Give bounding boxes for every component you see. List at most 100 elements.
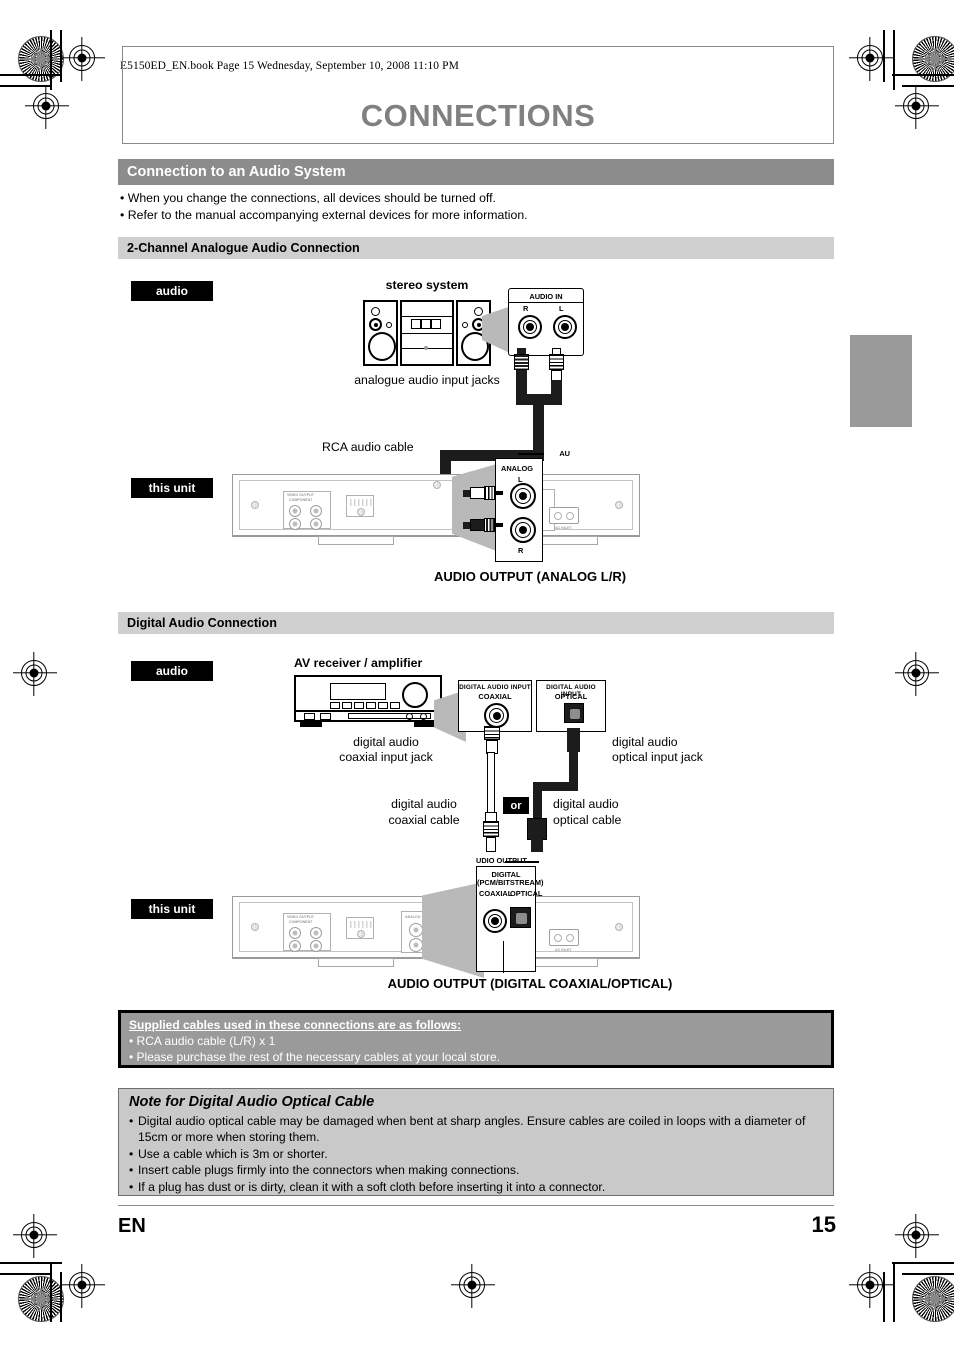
digital-coaxial-cable-label-2: coaxial cable (388, 813, 460, 827)
intro-bullet-1: • When you change the connections, all d… (120, 191, 496, 205)
optical-note-item: • If a plug has dust or is dirty, clean … (129, 1179, 823, 1196)
digital-optical-input-port (564, 703, 584, 723)
subsection-header-digital: Digital Audio Connection (118, 612, 834, 634)
screw-icon (357, 508, 365, 516)
registration-mark-ml (21, 660, 47, 686)
panel-jack (310, 927, 322, 939)
callout-digital-sub2: (PCM/BITSTREAM) (477, 878, 544, 887)
av-receiver-small-knob (420, 713, 427, 720)
bullet-glyph: • (129, 1179, 134, 1194)
component-label: COMPONENT (289, 498, 313, 502)
panel-jack-analog-l (409, 923, 423, 937)
analog-output-jack-l (510, 483, 536, 509)
digital-optical-jack-label-2: optical input jack (612, 750, 703, 764)
page-title: CONNECTIONS (360, 98, 596, 133)
callout-analog-output-title: AU (559, 449, 570, 458)
registration-mark-mr (903, 660, 929, 686)
audio-in-jack-r (518, 315, 542, 339)
component-label: COMPONENT (289, 920, 313, 924)
crop-mark (893, 1262, 895, 1322)
supplied-cables-heading: Supplied cables used in these connection… (129, 1018, 462, 1032)
rear-panel-foot (318, 536, 394, 545)
registration-mark-tl2 (33, 93, 59, 119)
bullet-glyph: • (129, 1163, 134, 1177)
badge-this-unit-analogue-label: this unit (148, 481, 196, 495)
optical-note-item-text: Insert cable plugs firmly into the conne… (138, 1163, 520, 1177)
panel-jack (310, 505, 322, 517)
optical-note-item: • Use a cable which is 3m or shorter. (129, 1146, 823, 1163)
rca-plug-unit-l-white (463, 486, 503, 500)
badge-this-unit-analogue: this unit (131, 478, 213, 498)
av-receiver-slot (348, 713, 431, 719)
av-receiver-button-row (330, 702, 404, 709)
crop-mark (50, 1262, 52, 1322)
optical-plug-bottom (527, 818, 547, 852)
intro-bullet-2: • Refer to the manual accompanying exter… (120, 208, 528, 222)
optical-cable-note: Note for Digital Audio Optical Cable • D… (118, 1088, 834, 1196)
subsection-header-analogue: 2-Channel Analogue Audio Connection (118, 237, 834, 259)
crop-mark (0, 1262, 62, 1264)
digital-optical-jack-label-1: digital audio (612, 735, 678, 749)
callout-analog-sub-label: ANALOG (501, 464, 534, 473)
video-output-label: VIDEO OUTPUT (287, 493, 314, 497)
optical-cable-note-heading: Note for Digital Audio Optical Cable (129, 1094, 375, 1110)
vent-icon (350, 921, 372, 928)
screw-icon (251, 923, 259, 931)
screw-icon (433, 481, 441, 489)
badge-audio-analogue: audio (131, 281, 213, 301)
callout-optical-line2: OPTICAL (554, 692, 588, 701)
registration-mark-tr2 (903, 93, 929, 119)
panel-jack (289, 505, 301, 517)
crop-mark (902, 1273, 954, 1275)
coaxial-plug-top (484, 726, 500, 754)
av-receiver-foot (300, 722, 322, 727)
video-output-label: VIDEO OUTPUT (287, 915, 314, 919)
av-receiver-key (304, 713, 315, 720)
rear-panel-body: VIDEO OUTPUT COMPONENT ANALOG DIGITAL OU… (232, 474, 640, 536)
subsection-header-digital-label: Digital Audio Connection (127, 616, 277, 630)
section-header-label: Connection to an Audio System (127, 164, 346, 180)
ac-inlet (549, 929, 579, 946)
callout-analog-leader (518, 453, 544, 455)
antenna-block (346, 495, 374, 517)
or-badge-label: or (510, 799, 522, 812)
crop-mark (50, 30, 52, 90)
screw-icon (251, 501, 259, 509)
digital-coaxial-jack-label-2: coaxial input jack (339, 750, 433, 764)
analogue-input-jacks-label: analogue audio input jacks (354, 373, 500, 387)
rear-panel-analogue: VIDEO OUTPUT COMPONENT ANALOG DIGITAL OU… (232, 474, 640, 548)
callout-analog-r-label: R (518, 546, 524, 555)
badge-audio-digital-label: audio (156, 664, 188, 678)
callout-digital-optical-input: DIGITAL AUDIO INPUT OPTICAL (536, 680, 606, 732)
screw-icon (615, 923, 623, 931)
stereo-system-title: stereo system (385, 278, 469, 292)
callout-audio-in-r-label: R (523, 304, 529, 313)
optical-note-item-text: Digital audio optical cable may be damag… (138, 1113, 806, 1145)
crop-mark (0, 85, 52, 87)
panel-jack (289, 940, 301, 952)
chapter-thumb-tab (850, 335, 912, 427)
digital-optical-cable (569, 748, 578, 786)
digital-optical-cable-label-2: optical cable (553, 813, 622, 827)
crop-mark (892, 1262, 954, 1264)
av-receiver-title: AV receiver / amplifier (294, 656, 423, 670)
ac-inlet-label: AC INLET (555, 526, 572, 530)
section-intro-bullets: • When you change the connections, all d… (120, 190, 836, 224)
optical-note-item: • Insert cable plugs firmly into the con… (129, 1162, 823, 1179)
crop-mark (60, 1272, 62, 1322)
or-badge: or (503, 797, 529, 814)
registration-mark-br2 (857, 1272, 883, 1298)
footer-divider (118, 1205, 834, 1206)
print-starburst-mark-br (912, 1276, 954, 1322)
callout-audio-in: AUDIO IN R L (508, 288, 584, 356)
panel-jack-analog-r (409, 938, 423, 952)
stereo-system-illustration (363, 300, 491, 366)
ac-inlet-label: AC INLET (555, 948, 572, 952)
callout-coaxial-line1: DIGITAL AUDIO INPUT (459, 684, 531, 691)
panel-jack (310, 940, 322, 952)
analog-label: ANALOG (405, 915, 421, 919)
crop-mark (883, 1272, 885, 1322)
digital-optical-cable (533, 786, 542, 822)
crop-mark (0, 74, 62, 76)
panel-jack (289, 927, 301, 939)
